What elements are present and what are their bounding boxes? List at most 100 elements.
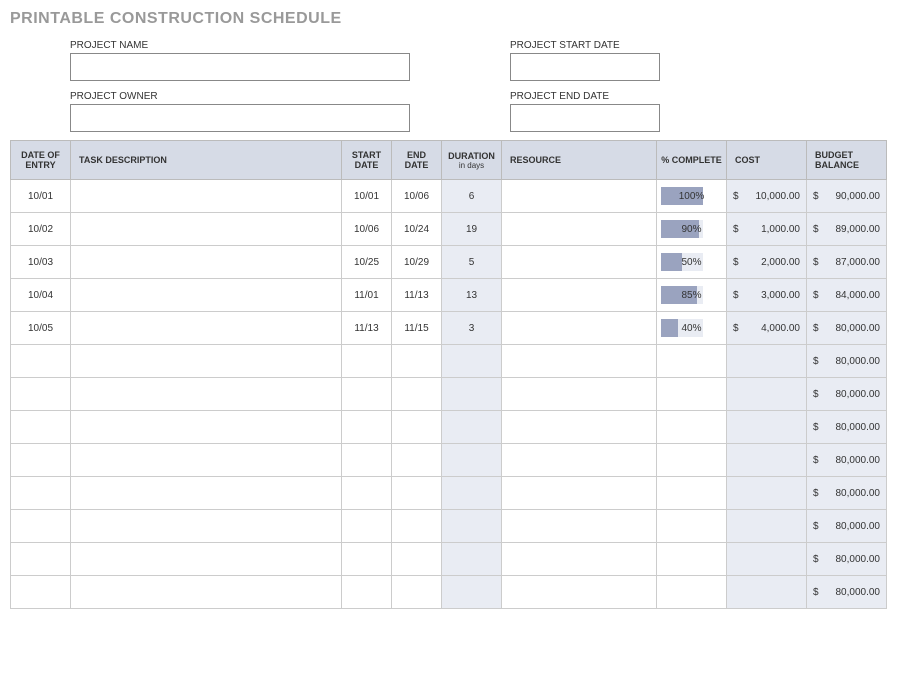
cell-end[interactable] xyxy=(392,444,442,477)
cell-end[interactable]: 10/24 xyxy=(392,213,442,246)
cell-end[interactable]: 10/29 xyxy=(392,246,442,279)
cell-budget[interactable]: $84,000.00 xyxy=(807,279,887,312)
cell-start[interactable] xyxy=(342,378,392,411)
cell-resource[interactable] xyxy=(502,345,657,378)
cell-pct[interactable] xyxy=(657,378,727,411)
cell-resource[interactable] xyxy=(502,444,657,477)
cell-end[interactable] xyxy=(392,510,442,543)
cell-budget[interactable]: $80,000.00 xyxy=(807,378,887,411)
cell-date-entry[interactable]: 10/03 xyxy=(11,246,71,279)
cell-start[interactable] xyxy=(342,345,392,378)
cell-task[interactable] xyxy=(71,444,342,477)
cell-task[interactable] xyxy=(71,312,342,345)
cell-cost[interactable]: $3,000.00 xyxy=(727,279,807,312)
cell-start[interactable] xyxy=(342,576,392,609)
cell-end[interactable]: 10/06 xyxy=(392,180,442,213)
cell-task[interactable] xyxy=(71,576,342,609)
cell-end[interactable] xyxy=(392,378,442,411)
cell-task[interactable] xyxy=(71,477,342,510)
cell-task[interactable] xyxy=(71,378,342,411)
cell-start[interactable] xyxy=(342,543,392,576)
cell-duration[interactable]: 6 xyxy=(442,180,502,213)
cell-resource[interactable] xyxy=(502,246,657,279)
project-start-input[interactable] xyxy=(510,53,660,81)
project-end-input[interactable] xyxy=(510,104,660,132)
cell-cost[interactable] xyxy=(727,411,807,444)
cell-duration[interactable] xyxy=(442,378,502,411)
cell-duration[interactable]: 19 xyxy=(442,213,502,246)
cell-budget[interactable]: $89,000.00 xyxy=(807,213,887,246)
cell-cost[interactable] xyxy=(727,543,807,576)
cell-end[interactable] xyxy=(392,576,442,609)
cell-end[interactable]: 11/13 xyxy=(392,279,442,312)
cell-cost[interactable] xyxy=(727,576,807,609)
cell-task[interactable] xyxy=(71,213,342,246)
cell-cost[interactable]: $10,000.00 xyxy=(727,180,807,213)
cell-budget[interactable]: $80,000.00 xyxy=(807,543,887,576)
cell-task[interactable] xyxy=(71,246,342,279)
cell-pct[interactable] xyxy=(657,510,727,543)
cell-pct[interactable] xyxy=(657,477,727,510)
cell-date-entry[interactable]: 10/05 xyxy=(11,312,71,345)
cell-date-entry[interactable] xyxy=(11,510,71,543)
cell-resource[interactable] xyxy=(502,279,657,312)
cell-date-entry[interactable]: 10/01 xyxy=(11,180,71,213)
cell-resource[interactable] xyxy=(502,510,657,543)
cell-cost[interactable]: $2,000.00 xyxy=(727,246,807,279)
cell-cost[interactable] xyxy=(727,345,807,378)
cell-duration[interactable] xyxy=(442,543,502,576)
cell-pct[interactable] xyxy=(657,411,727,444)
cell-task[interactable] xyxy=(71,411,342,444)
cell-resource[interactable] xyxy=(502,576,657,609)
cell-budget[interactable]: $80,000.00 xyxy=(807,411,887,444)
cell-start[interactable]: 11/01 xyxy=(342,279,392,312)
cell-duration[interactable] xyxy=(442,411,502,444)
cell-end[interactable] xyxy=(392,543,442,576)
cell-resource[interactable] xyxy=(502,543,657,576)
cell-pct[interactable]: 50% xyxy=(657,246,727,279)
cell-task[interactable] xyxy=(71,510,342,543)
cell-duration[interactable]: 3 xyxy=(442,312,502,345)
cell-start[interactable] xyxy=(342,411,392,444)
cell-duration[interactable] xyxy=(442,444,502,477)
cell-pct[interactable] xyxy=(657,576,727,609)
cell-cost[interactable] xyxy=(727,444,807,477)
cell-task[interactable] xyxy=(71,345,342,378)
cell-budget[interactable]: $80,000.00 xyxy=(807,576,887,609)
cell-task[interactable] xyxy=(71,543,342,576)
cell-date-entry[interactable] xyxy=(11,576,71,609)
cell-end[interactable] xyxy=(392,411,442,444)
cell-resource[interactable] xyxy=(502,378,657,411)
cell-budget[interactable]: $80,000.00 xyxy=(807,345,887,378)
cell-pct[interactable]: 90% xyxy=(657,213,727,246)
cell-resource[interactable] xyxy=(502,312,657,345)
project-name-input[interactable] xyxy=(70,53,410,81)
cell-duration[interactable]: 5 xyxy=(442,246,502,279)
cell-start[interactable]: 10/01 xyxy=(342,180,392,213)
cell-date-entry[interactable] xyxy=(11,543,71,576)
cell-end[interactable] xyxy=(392,477,442,510)
cell-pct[interactable] xyxy=(657,345,727,378)
cell-pct[interactable]: 40% xyxy=(657,312,727,345)
cell-start[interactable] xyxy=(342,510,392,543)
cell-end[interactable]: 11/15 xyxy=(392,312,442,345)
cell-start[interactable]: 11/13 xyxy=(342,312,392,345)
cell-cost[interactable] xyxy=(727,477,807,510)
cell-pct[interactable] xyxy=(657,444,727,477)
cell-date-entry[interactable] xyxy=(11,378,71,411)
cell-pct[interactable]: 85% xyxy=(657,279,727,312)
cell-budget[interactable]: $87,000.00 xyxy=(807,246,887,279)
cell-date-entry[interactable]: 10/02 xyxy=(11,213,71,246)
cell-pct[interactable] xyxy=(657,543,727,576)
cell-date-entry[interactable] xyxy=(11,411,71,444)
cell-start[interactable]: 10/25 xyxy=(342,246,392,279)
cell-resource[interactable] xyxy=(502,180,657,213)
cell-start[interactable] xyxy=(342,444,392,477)
cell-date-entry[interactable] xyxy=(11,345,71,378)
cell-budget[interactable]: $80,000.00 xyxy=(807,477,887,510)
cell-budget[interactable]: $90,000.00 xyxy=(807,180,887,213)
cell-date-entry[interactable]: 10/04 xyxy=(11,279,71,312)
cell-end[interactable] xyxy=(392,345,442,378)
cell-budget[interactable]: $80,000.00 xyxy=(807,510,887,543)
project-owner-input[interactable] xyxy=(70,104,410,132)
